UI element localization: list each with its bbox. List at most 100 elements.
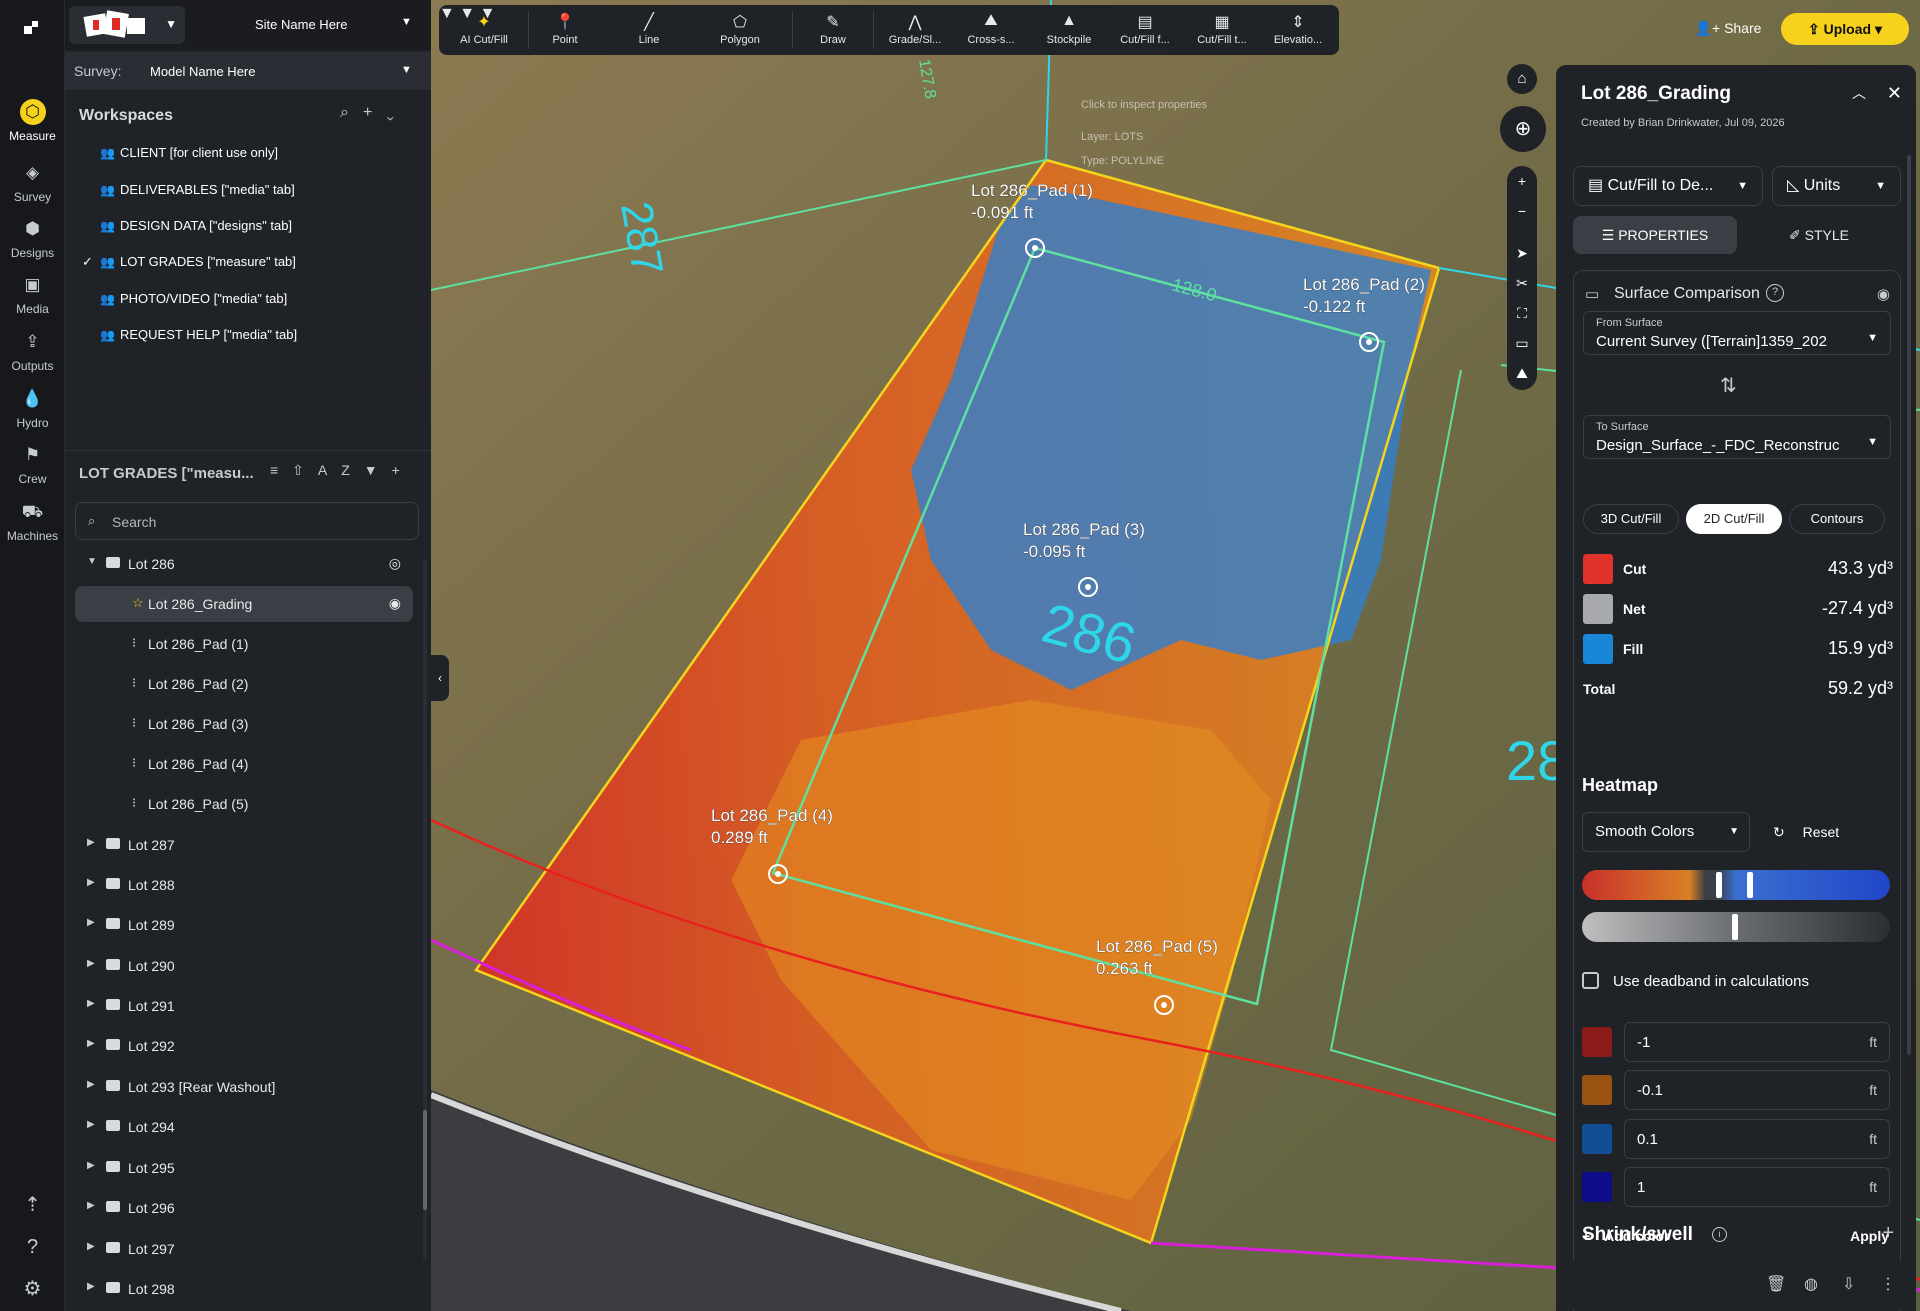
list-icon[interactable]: ≡ <box>270 462 292 478</box>
break-value-input[interactable]: -1 ft <box>1624 1022 1890 1062</box>
chevron-right-icon[interactable]: ▶ <box>87 877 95 888</box>
break-value-input[interactable]: -0.1 ft <box>1624 1070 1890 1110</box>
tree-item[interactable]: ⁝ Lot 286_Pad (4) <box>75 746 413 782</box>
folder-up-icon[interactable]: ⇧ <box>292 462 318 478</box>
settings-icon[interactable]: ⚙ <box>0 1276 65 1301</box>
tree-group[interactable]: ▶ Lot 298 <box>75 1271 413 1307</box>
tree-item[interactable]: ⁝ Lot 286_Pad (2) <box>75 666 413 702</box>
workspace-item[interactable]: 👥 REQUEST HELP ["media" tab] <box>100 325 297 345</box>
collapse-sidebar-button[interactable]: ‹ <box>431 655 449 701</box>
search-input[interactable] <box>112 511 402 533</box>
trash-icon[interactable]: 🗑 <box>1766 1274 1786 1294</box>
tree-group-lot-286[interactable]: ▼ Lot 286 ◎ <box>75 546 413 582</box>
tree-item[interactable]: ⁝ Lot 286_Pad (3) <box>75 706 413 742</box>
heatmap-gradient[interactable] <box>1582 870 1890 900</box>
tab-properties[interactable]: ☰ PROPERTIES <box>1573 216 1737 254</box>
tree-group[interactable]: ▶ Lot 288 <box>75 867 413 903</box>
workspace-item-active[interactable]: ✓ 👥 LOT GRADES ["measure" tab] <box>82 252 296 272</box>
eye-icon[interactable]: ◉ <box>389 595 401 612</box>
filter-icon[interactable]: ▼ <box>364 462 392 478</box>
break-value-input[interactable]: 1 ft <box>1624 1167 1890 1207</box>
terrain-icon[interactable]: ⛰ <box>1507 358 1537 388</box>
workspace-item[interactable]: 👥 DELIVERABLES ["media" tab] <box>100 180 295 200</box>
chevron-right-icon[interactable]: ▶ <box>87 958 95 969</box>
tree-group[interactable]: ▶ Lot 296 <box>75 1190 413 1226</box>
workspace-item[interactable]: 👥 PHOTO/VIDEO ["media" tab] <box>100 289 287 309</box>
color-swatch[interactable] <box>1582 1027 1612 1057</box>
tool-polygon[interactable]: ⬠ Polygon <box>704 5 776 55</box>
chevron-right-icon[interactable]: ▶ <box>87 1241 95 1252</box>
rail-hydro[interactable]: 💧 Hydro <box>0 386 65 430</box>
layer-search[interactable]: ⌕ <box>75 502 419 540</box>
tool-elevation[interactable]: ⇕ Elevatio... <box>1262 5 1334 55</box>
help-icon[interactable]: ? <box>0 1236 65 1259</box>
tool-ai-cut-fill[interactable]: ✦ AI Cut/Fill <box>445 5 523 55</box>
tool-draw[interactable]: ✎ Draw <box>797 5 869 55</box>
chevron-down-icon[interactable]: ⌄ <box>386 104 408 121</box>
rail-designs[interactable]: ⬢ Designs <box>0 216 65 260</box>
chevron-right-icon[interactable]: ▶ <box>87 1200 95 1211</box>
color-swatch[interactable] <box>1582 1124 1612 1154</box>
tool-cut-fill-from[interactable]: ▤ Cut/Fill f... <box>1109 5 1181 55</box>
panel-scrollbar[interactable] <box>1907 155 1911 1055</box>
tree-group[interactable]: ▶ Lot 289 <box>75 907 413 943</box>
app-logo-icon[interactable] <box>22 18 42 38</box>
tree-group[interactable]: ▶ Lot 290 <box>75 948 413 984</box>
site-caret-icon[interactable]: ▼ <box>401 16 412 28</box>
heatmap-style-select[interactable]: Smooth Colors ▼ <box>1582 812 1750 852</box>
rail-survey[interactable]: ◈ Survey <box>0 160 65 204</box>
sort-icon[interactable]: AZ <box>318 462 364 478</box>
info-icon[interactable]: i <box>1712 1227 1727 1242</box>
share-button[interactable]: 👤+ Share <box>1683 10 1773 46</box>
zoom-out-icon[interactable]: − <box>1507 196 1537 226</box>
screen-icon[interactable]: ▭ <box>1507 328 1537 358</box>
tree-item[interactable]: ⁝ Lot 286_Pad (5) <box>75 786 413 822</box>
chevron-right-icon[interactable]: ▶ <box>87 1281 95 1292</box>
navigate-icon[interactable]: ➤ <box>1507 238 1537 268</box>
deadband-checkbox[interactable]: Use deadband in calculations <box>1582 972 1809 990</box>
gradient-handle[interactable] <box>1747 872 1753 898</box>
chevron-down-icon[interactable]: ▼ <box>87 556 97 567</box>
tree-group[interactable]: ▶ Lot 291 <box>75 988 413 1024</box>
close-icon[interactable]: ✕ <box>1887 83 1902 104</box>
sidebar-scrollbar[interactable] <box>423 560 427 1260</box>
tree-group[interactable]: ▶ Lot 293 [Rear Washout] <box>75 1069 413 1105</box>
chevron-right-icon[interactable]: ▶ <box>87 917 95 928</box>
expand-plus-icon[interactable]: + <box>1882 1222 1894 1245</box>
zoom-in-icon[interactable]: + <box>1507 166 1537 196</box>
add-icon[interactable]: + <box>363 104 386 121</box>
tree-item[interactable]: ⁝ Lot 286_Pad (1) <box>75 626 413 662</box>
upload-button[interactable]: ⇪ Upload ▾ <box>1781 13 1909 45</box>
color-swatch[interactable] <box>1582 1075 1612 1105</box>
break-value-input[interactable]: 0.1 ft <box>1624 1119 1890 1159</box>
eye-off-icon[interactable]: ◎ <box>389 555 401 572</box>
tree-group[interactable]: ▶ Lot 295 <box>75 1150 413 1186</box>
upload-icon[interactable]: ⇡ <box>0 1192 65 1217</box>
scissors-icon[interactable]: ✂ <box>1507 268 1537 298</box>
tool-cut-fill-to[interactable]: ▦ Cut/Fill t... <box>1186 5 1258 55</box>
tree-group[interactable]: ▶ Lot 297 <box>75 1231 413 1267</box>
reset-button[interactable]: ↻ Reset <box>1773 824 1839 841</box>
rail-outputs[interactable]: ⇪ Outputs <box>0 329 65 373</box>
rail-media[interactable]: ▣ Media <box>0 272 65 316</box>
home-icon[interactable]: ⌂ <box>1507 64 1537 94</box>
chevron-right-icon[interactable]: ▶ <box>87 1079 95 1090</box>
tool-point[interactable]: 📍 Point <box>534 5 596 55</box>
download-icon[interactable]: ⇩ <box>1842 1274 1855 1294</box>
fullscreen-icon[interactable]: ⛶ <box>1507 298 1537 328</box>
rail-measure[interactable]: ⬡ Measure <box>0 99 65 143</box>
color-swatch[interactable] <box>1582 1172 1612 1202</box>
rail-machines[interactable]: ⛟ Machines <box>0 499 65 543</box>
tool-grade-slope[interactable]: ⋀ Grade/Sl... <box>879 5 951 55</box>
folder-add-icon[interactable]: + <box>392 462 414 478</box>
company-switcher[interactable]: ▼ <box>69 6 185 44</box>
workspace-item[interactable]: 👥 DESIGN DATA ["designs" tab] <box>100 216 292 236</box>
tool-cross-section[interactable]: ⛰ Cross-s... <box>955 5 1027 55</box>
chevron-right-icon[interactable]: ▶ <box>87 998 95 1009</box>
chevron-right-icon[interactable]: ▶ <box>87 1038 95 1049</box>
survey-selector[interactable]: Survey: Model Name Here ▼ <box>65 52 431 90</box>
tree-group[interactable]: ▶ Lot 287 <box>75 827 413 863</box>
globe-icon[interactable]: ◍ <box>1804 1274 1818 1294</box>
tool-line[interactable]: ╱ Line <box>614 5 684 55</box>
rail-crew[interactable]: ⚑ Crew <box>0 442 65 486</box>
